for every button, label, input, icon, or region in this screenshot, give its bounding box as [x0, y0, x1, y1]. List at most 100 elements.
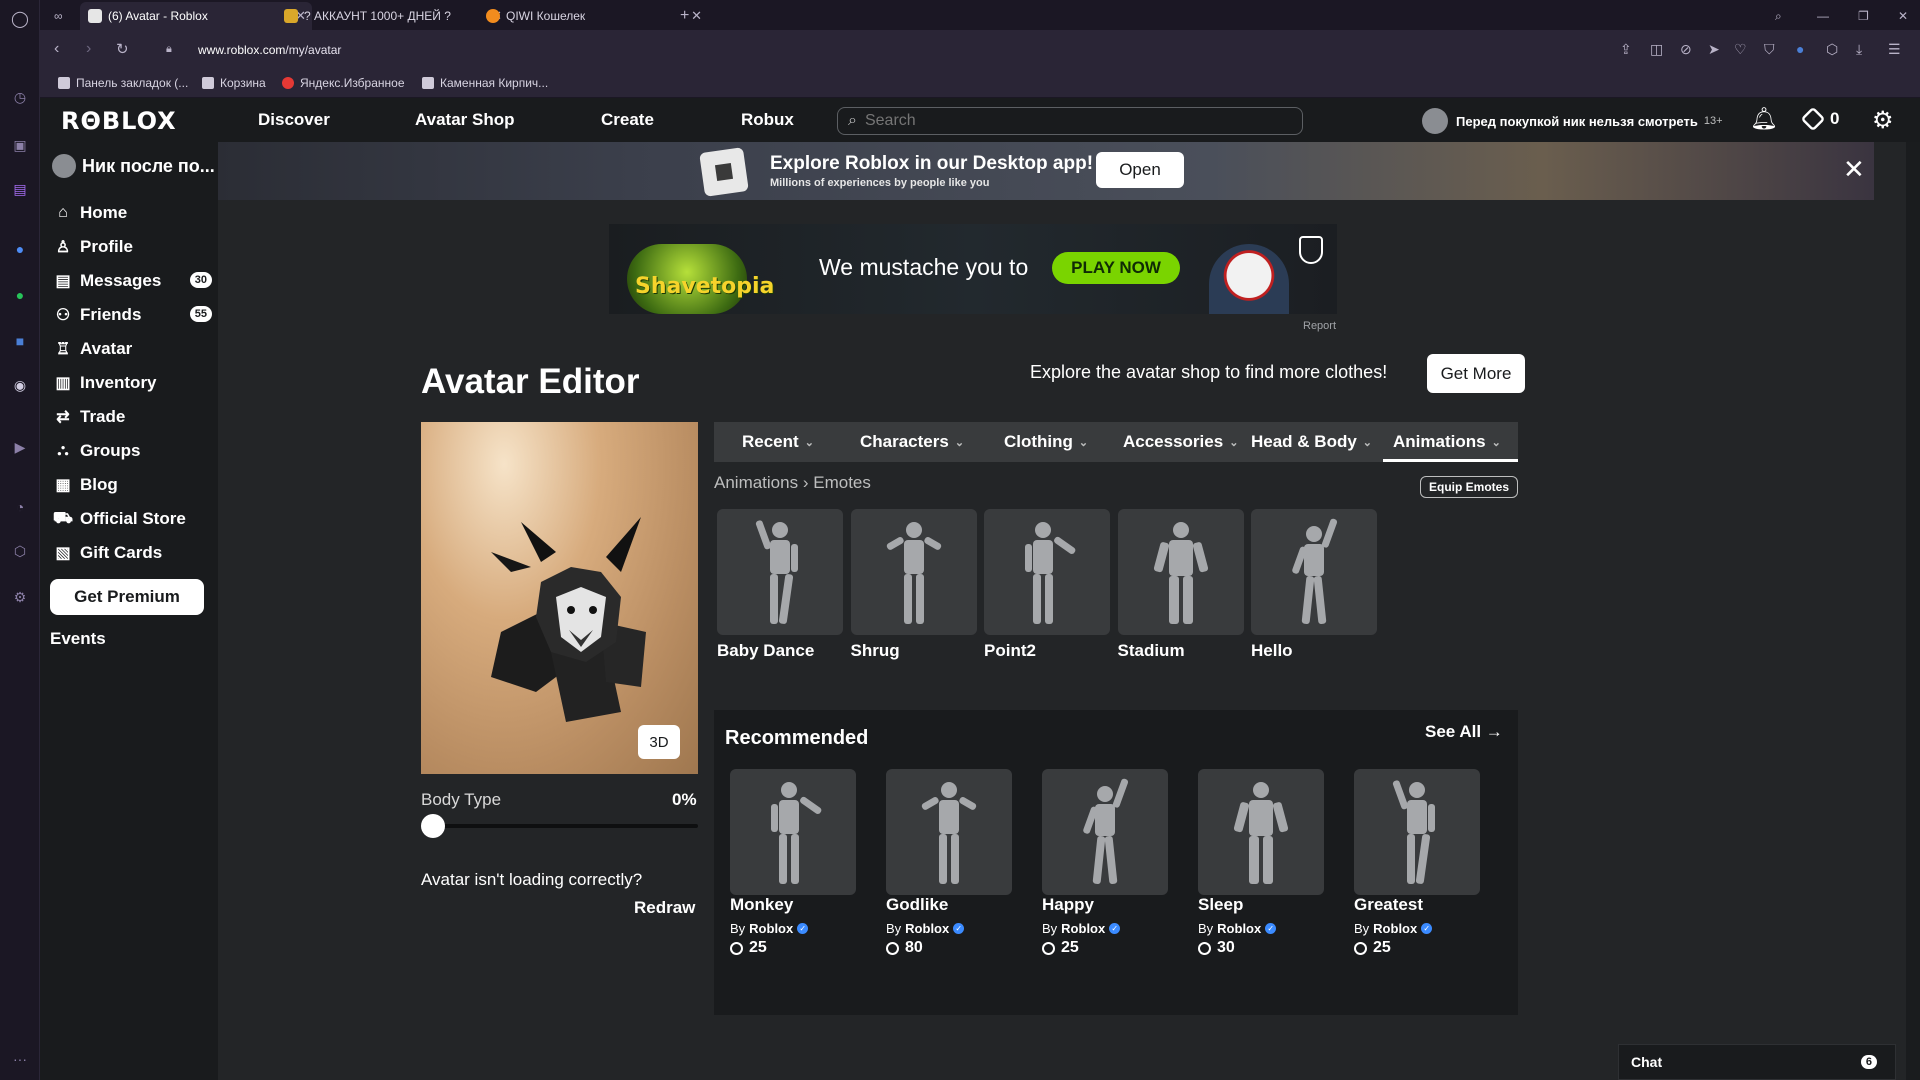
bookmark-heart-icon[interactable]: ♡ [1734, 41, 1747, 58]
equip-emotes-button[interactable]: Equip Emotes [1420, 476, 1518, 498]
restore-icon[interactable]: ❐ [1850, 2, 1877, 30]
history-icon[interactable]: ◔ [9, 496, 31, 518]
close-banner-icon[interactable]: ✕ [1843, 154, 1865, 185]
view-3d-button[interactable]: 3D [638, 725, 680, 759]
more-icon[interactable]: ··· [9, 1048, 31, 1070]
see-all-link[interactable]: See All → [1425, 722, 1503, 742]
nav-create[interactable]: Create [601, 110, 654, 130]
ad-report-link[interactable]: Report [1303, 320, 1336, 332]
item-creator[interactable]: By Roblox ✓ [1198, 921, 1277, 936]
vk-extension-icon[interactable]: ● [1796, 41, 1804, 57]
recommended-item-card[interactable] [1354, 769, 1480, 895]
roblox-logo[interactable]: RΘBLOX [61, 107, 177, 135]
ad-play-now-button[interactable]: PLAY NOW [1052, 252, 1180, 284]
emote-card[interactable] [1117, 509, 1244, 635]
item-creator[interactable]: By Roblox ✓ [1354, 921, 1433, 936]
open-app-button[interactable]: Open [1096, 152, 1184, 188]
back-icon[interactable]: ‹ [54, 40, 59, 58]
workspaces-icon[interactable]: ▣ [9, 134, 31, 156]
tab-clothing[interactable]: Clothing ⌄ [1004, 432, 1088, 452]
nav-avatar-shop[interactable]: Avatar Shop [415, 110, 515, 130]
adblock-icon[interactable]: ⊘ [1680, 41, 1692, 58]
nav-discover[interactable]: Discover [258, 110, 330, 130]
search-tabs-icon[interactable]: ⌕ [1767, 2, 1790, 30]
emote-card[interactable] [1251, 509, 1377, 635]
get-more-button[interactable]: Get More [1427, 354, 1525, 393]
emote-card[interactable] [850, 509, 977, 635]
item-name[interactable]: Sleep [1198, 895, 1243, 915]
advertisement-banner[interactable]: Shavetopia We mustache you to PLAY NOW [609, 224, 1337, 314]
chat-bar[interactable]: Chat 6 [1618, 1044, 1896, 1080]
url-field[interactable]: www.roblox.com/my/avatar [198, 43, 341, 57]
recommended-item-card[interactable] [1198, 769, 1324, 895]
sidebar-item-trade[interactable]: ⇄ Trade [52, 406, 212, 428]
sidebar-item-gift-cards[interactable]: ▧ Gift Cards [52, 542, 212, 564]
twitch-icon[interactable]: ▤ [9, 178, 31, 200]
send-icon[interactable]: ➤ [1708, 41, 1720, 58]
share-icon[interactable]: ⇪ [1620, 41, 1632, 58]
speed-dial-icon[interactable]: ◷ [9, 86, 31, 108]
sidebar-item-avatar[interactable]: ♖ Avatar [52, 338, 212, 360]
tab-characters[interactable]: Characters ⌄ [860, 432, 964, 452]
extensions-icon[interactable]: ⬡ [9, 540, 31, 562]
recommended-item-card[interactable] [886, 769, 1012, 895]
vpn-shield-icon[interactable]: ⛉ [1764, 41, 1775, 58]
bookmark-item[interactable]: Корзина [202, 76, 266, 90]
whatsapp-icon[interactable]: ● [9, 284, 31, 306]
bookmark-item[interactable]: Каменная Кирпич... [422, 76, 548, 90]
forward-icon[interactable]: › [86, 40, 91, 58]
emote-card[interactable] [717, 509, 843, 635]
settings-gear-icon[interactable]: ⚙ [1872, 106, 1894, 135]
page-scrollbar[interactable] [1906, 142, 1920, 1080]
downloads-icon[interactable]: ⤓ [1856, 41, 1862, 58]
sidebar-item-official-store[interactable]: ⛟ Official Store [52, 508, 212, 530]
tab-head-body[interactable]: Head & Body ⌄ [1251, 432, 1372, 452]
sidebar-item-home[interactable]: ⌂ Home [52, 202, 212, 224]
item-name[interactable]: Monkey [730, 895, 793, 915]
recommended-item-card[interactable] [730, 769, 856, 895]
sidebar-item-messages[interactable]: ▤ Messages 30 [52, 270, 212, 292]
body-type-slider-handle[interactable] [421, 814, 445, 838]
tab-accessories[interactable]: Accessories ⌄ [1123, 432, 1238, 452]
easy-setup-icon[interactable]: ☰ [1888, 41, 1901, 58]
sidebar-item-friends[interactable]: ⚇ Friends 55 [52, 304, 212, 326]
snapshot-icon[interactable]: ◫ [1650, 41, 1663, 58]
tab-account[interactable]: ? АККАУНТ 1000+ ДНЕЙ ? ✕ [276, 2, 508, 30]
item-name[interactable]: Happy [1042, 895, 1094, 915]
item-creator[interactable]: By Roblox ✓ [730, 921, 809, 936]
robux-button[interactable]: 0 [1800, 106, 1839, 132]
sidebar-item-blog[interactable]: ▦ Blog [52, 474, 212, 496]
avatar-preview[interactable]: 3D [421, 422, 698, 774]
item-creator[interactable]: By Roblox ✓ [886, 921, 965, 936]
messenger-icon[interactable]: ● [9, 238, 31, 260]
sidebar-item-profile[interactable]: ♙ Profile [52, 236, 212, 258]
body-type-slider-track[interactable] [431, 824, 698, 828]
tab-menu-icon[interactable]: ∞ [46, 2, 71, 30]
settings-icon[interactable]: ⚙ [9, 586, 31, 608]
emote-card[interactable] [984, 509, 1110, 635]
nav-robux[interactable]: Robux [741, 110, 794, 130]
sidebar-events[interactable]: Events [50, 629, 106, 649]
item-name[interactable]: Godlike [886, 895, 948, 915]
get-premium-button[interactable]: Get Premium [50, 579, 204, 615]
tab-animations[interactable]: Animations ⌄ [1393, 432, 1501, 452]
item-creator[interactable]: By Roblox ✓ [1042, 921, 1121, 936]
sidebar-item-inventory[interactable]: ▥ Inventory [52, 372, 212, 394]
close-window-icon[interactable]: ✕ [1890, 2, 1916, 30]
extensions-cube-icon[interactable]: ⬡ [1826, 41, 1838, 58]
reload-icon[interactable]: ↻ [116, 40, 129, 58]
recommended-item-card[interactable] [1042, 769, 1168, 895]
minimize-icon[interactable]: — [1809, 2, 1837, 30]
item-name[interactable]: Greatest [1354, 895, 1423, 915]
bookmark-item[interactable]: Яндекс.Избранное [282, 76, 405, 90]
discord-icon[interactable]: ◉ [9, 374, 31, 396]
player-icon[interactable]: ▶ [9, 436, 31, 458]
tab-recent[interactable]: Recent ⌄ [742, 432, 814, 452]
breadcrumb-parent[interactable]: Animations [714, 473, 798, 492]
search-input[interactable] [864, 112, 1265, 130]
sidebar-item-groups[interactable]: ⛬ Groups [52, 440, 212, 462]
new-tab-button[interactable]: + [672, 2, 697, 30]
notifications-bell-icon[interactable]: 🔔︎ [1750, 106, 1778, 132]
opera-logo-icon[interactable]: ◯ [9, 8, 31, 30]
vk-icon[interactable]: ■ [9, 330, 31, 352]
